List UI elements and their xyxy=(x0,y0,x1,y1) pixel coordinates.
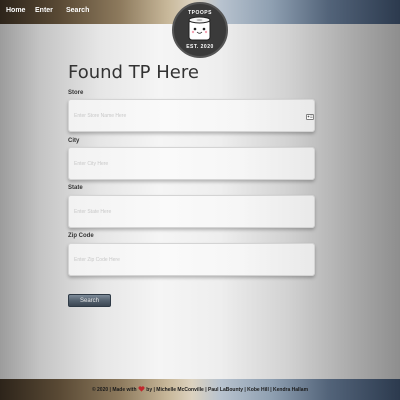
zip-code-label: Zip Code xyxy=(68,233,94,239)
zip-code-input[interactable] xyxy=(68,243,315,276)
nav-home-link[interactable]: Home xyxy=(6,7,25,14)
contact-card-icon xyxy=(306,114,314,120)
city-input[interactable] xyxy=(68,147,315,180)
state-label: State xyxy=(68,185,83,191)
state-input[interactable] xyxy=(68,195,315,228)
logo-bottom-text: EST. 2020 xyxy=(186,44,214,50)
footer-suffix: by | Michelle McConville | Paul LaBounty… xyxy=(146,387,309,393)
site-logo[interactable]: TPOOPS EST. 2020 xyxy=(172,2,228,58)
nav-enter-link[interactable]: Enter xyxy=(35,7,53,14)
footer-prefix: © 2020 | Made with xyxy=(91,387,137,393)
city-label: City xyxy=(68,138,80,144)
search-button[interactable]: Search xyxy=(68,294,111,307)
nav-search-link[interactable]: Search xyxy=(66,7,89,14)
store-label: Store xyxy=(68,90,84,96)
store-input[interactable] xyxy=(68,99,315,132)
page-title: Found TP Here xyxy=(68,62,199,83)
heart-icon xyxy=(138,386,145,392)
footer: © 2020 | Made with by | Michelle McConvi… xyxy=(0,379,400,400)
footer-credits: © 2020 | Made with by | Michelle McConvi… xyxy=(0,386,400,393)
